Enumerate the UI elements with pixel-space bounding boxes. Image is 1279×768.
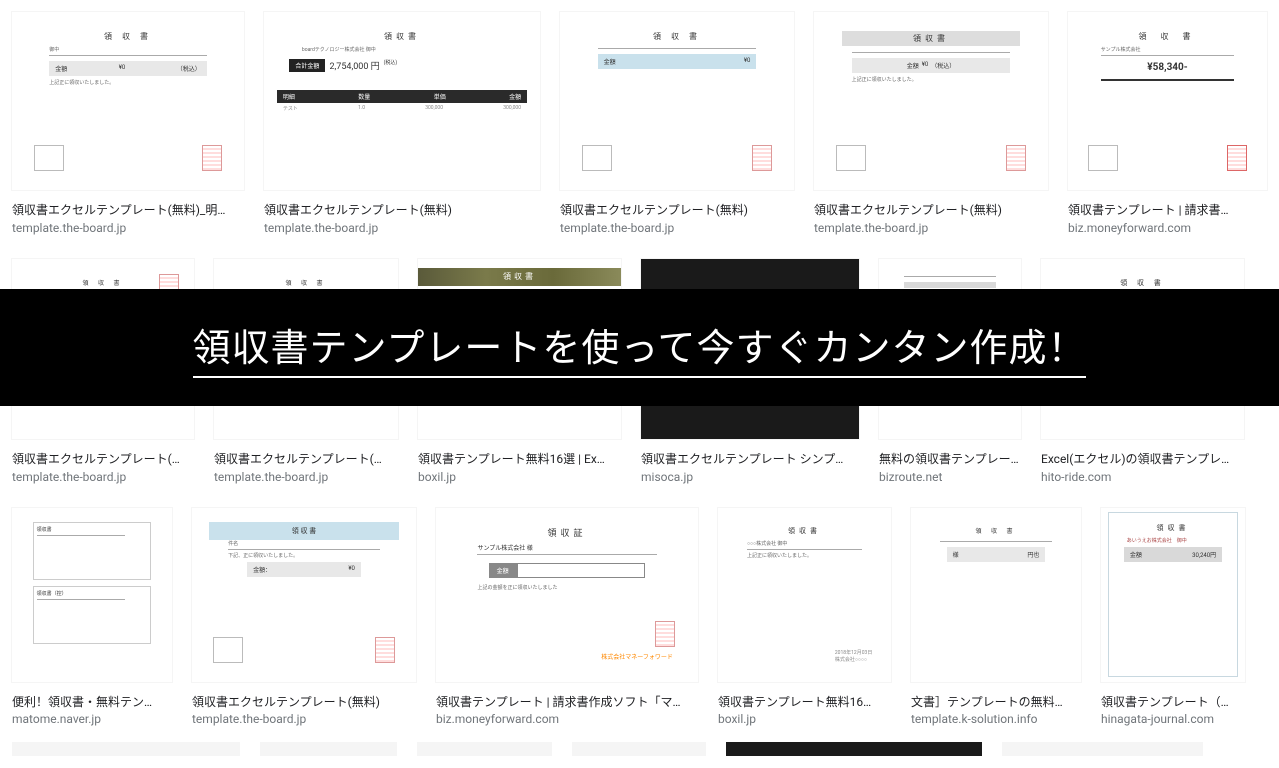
receipt-onchu: 御中 <box>49 46 59 53</box>
result-thumbnail[interactable]: 領収書 金額 ¥0 （税込） 上記正に領収いたしました。 <box>814 12 1048 190</box>
result-source[interactable]: misoca.jp <box>641 470 859 484</box>
result-thumbnail[interactable] <box>260 742 397 756</box>
result-source[interactable]: template.k-solution.info <box>911 712 1081 726</box>
result-title[interactable]: 領収書エクセルテンプレート(無料)_明… <box>12 202 244 219</box>
result-title[interactable]: 領収書テンプレート（… <box>1101 694 1245 711</box>
result-source[interactable]: template.the-board.jp <box>12 221 244 235</box>
result-thumbnail[interactable] <box>417 742 552 756</box>
result-title[interactable]: 便利！領収書・無料テン… <box>12 694 172 711</box>
result-title[interactable]: 領収書テンプレート | 請求書… <box>1068 202 1267 219</box>
result-title[interactable]: 領収書テンプレート無料16選 | Ex… <box>418 451 621 468</box>
promo-banner[interactable]: 領収書テンプレートを使って今すぐカンタン作成！ <box>0 289 1279 406</box>
result-source[interactable]: matome.naver.jp <box>12 712 172 726</box>
result-title[interactable]: 領収書エクセルテンプレート(無料) <box>814 202 1048 219</box>
result-thumbnail[interactable]: 領収証 サンプル株式会社 様 金額 上記の金額を正に領収いたしました 株式会社マ… <box>436 508 698 682</box>
result-thumbnail[interactable]: 領収書 領収書（控） <box>12 508 172 682</box>
result-source[interactable]: template.the-board.jp <box>264 221 540 235</box>
result-thumbnail[interactable]: 領 収 書 金額¥0 <box>560 12 794 190</box>
result-thumbnail[interactable] <box>1002 742 1203 756</box>
result-source[interactable]: template.the-board.jp <box>192 712 416 726</box>
result-source[interactable]: bizroute.net <box>879 470 1021 484</box>
result-source[interactable]: hito-ride.com <box>1041 470 1244 484</box>
result-thumbnail[interactable]: 領収書 あいうえお株式会社 御中 金額30,240円 <box>1101 508 1245 682</box>
result-thumbnail[interactable]: 領収書 ○○○株式会社 御中 上記正に領収いたしました。 2018年12月03日… <box>718 508 891 682</box>
result-title[interactable]: 無料の領収書テンプレー … <box>879 451 1021 468</box>
result-title[interactable]: Excel(エクセル)の領収書テンプレ… <box>1041 451 1244 468</box>
result-title[interactable]: 領収書エクセルテンプレート(無料) <box>192 694 416 711</box>
result-source[interactable]: template.the-board.jp <box>12 470 194 484</box>
result-thumbnail[interactable]: 領収書 boardテクノロジー株式会社 御中 合計金額2,754,000 円(税… <box>264 12 540 190</box>
result-thumbnail[interactable] <box>726 742 982 756</box>
result-thumbnail[interactable]: 領 収 書 様円也 <box>911 508 1081 682</box>
result-title[interactable]: 領収書エクセルテンプレート シンプ… <box>641 451 859 468</box>
result-thumbnail[interactable]: 領 収 書 御中 金額¥0（税込） 上記正に領収いたしました。 <box>12 12 244 190</box>
result-source[interactable]: biz.moneyforward.com <box>436 712 698 726</box>
result-source[interactable]: boxil.jp <box>718 712 891 726</box>
result-source[interactable]: template.the-board.jp <box>560 221 794 235</box>
result-source[interactable]: biz.moneyforward.com <box>1068 221 1267 235</box>
result-source[interactable]: template.the-board.jp <box>814 221 1048 235</box>
result-thumbnail[interactable]: 領 収 書 件名 下記、正に領収いたしました。 金額：¥0 <box>192 508 416 682</box>
result-title[interactable]: 文書］テンプレートの無料… <box>911 694 1081 711</box>
result-title[interactable]: 領収書エクセルテンプレート(… <box>12 451 194 468</box>
result-source[interactable]: template.the-board.jp <box>214 470 398 484</box>
result-thumbnail[interactable] <box>572 742 706 756</box>
result-thumbnail[interactable]: 領 収 書 サンプル株式会社 ¥58,340- <box>1068 12 1267 190</box>
result-title[interactable]: 領収書エクセルテンプレート(無料) <box>264 202 540 219</box>
result-title[interactable]: 領収書エクセルテンプレート(無料) <box>560 202 794 219</box>
result-source[interactable]: boxil.jp <box>418 470 621 484</box>
banner-text: 領収書テンプレートを使って今すぐカンタン作成！ <box>193 317 1087 378</box>
receipt-title: 領 収 書 <box>104 31 152 42</box>
result-source[interactable]: hinagata-journal.com <box>1101 712 1245 726</box>
result-title[interactable]: 領収書エクセルテンプレート(… <box>214 451 398 468</box>
result-thumbnail[interactable] <box>12 742 240 756</box>
result-title[interactable]: 領収書テンプレート無料16… <box>718 694 891 711</box>
result-title[interactable]: 領収書テンプレート | 請求書作成ソフト「マ… <box>436 694 698 711</box>
